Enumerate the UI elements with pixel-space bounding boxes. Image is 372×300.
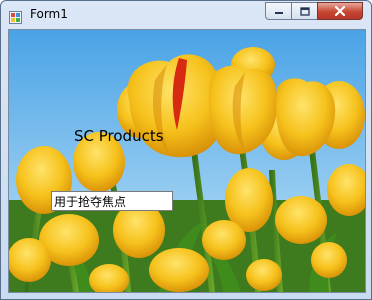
close-icon [334,6,346,16]
title-bar[interactable]: Form1 [1,1,371,29]
form-app-icon[interactable] [9,9,22,24]
minimize-button[interactable] [265,2,292,20]
maximize-button[interactable] [291,2,318,20]
product-label: SC Products [74,127,164,145]
yellow-tulips-photo [9,30,365,292]
focus-textbox[interactable] [51,191,173,211]
maximize-icon [299,6,310,16]
form-window: Form1 SC Products 用于抢夺焦点 [0,0,372,300]
minimize-icon [274,12,283,14]
window-title: Form1 [30,7,68,21]
form-client-area: SC Products [8,29,366,293]
close-button[interactable] [317,2,363,20]
